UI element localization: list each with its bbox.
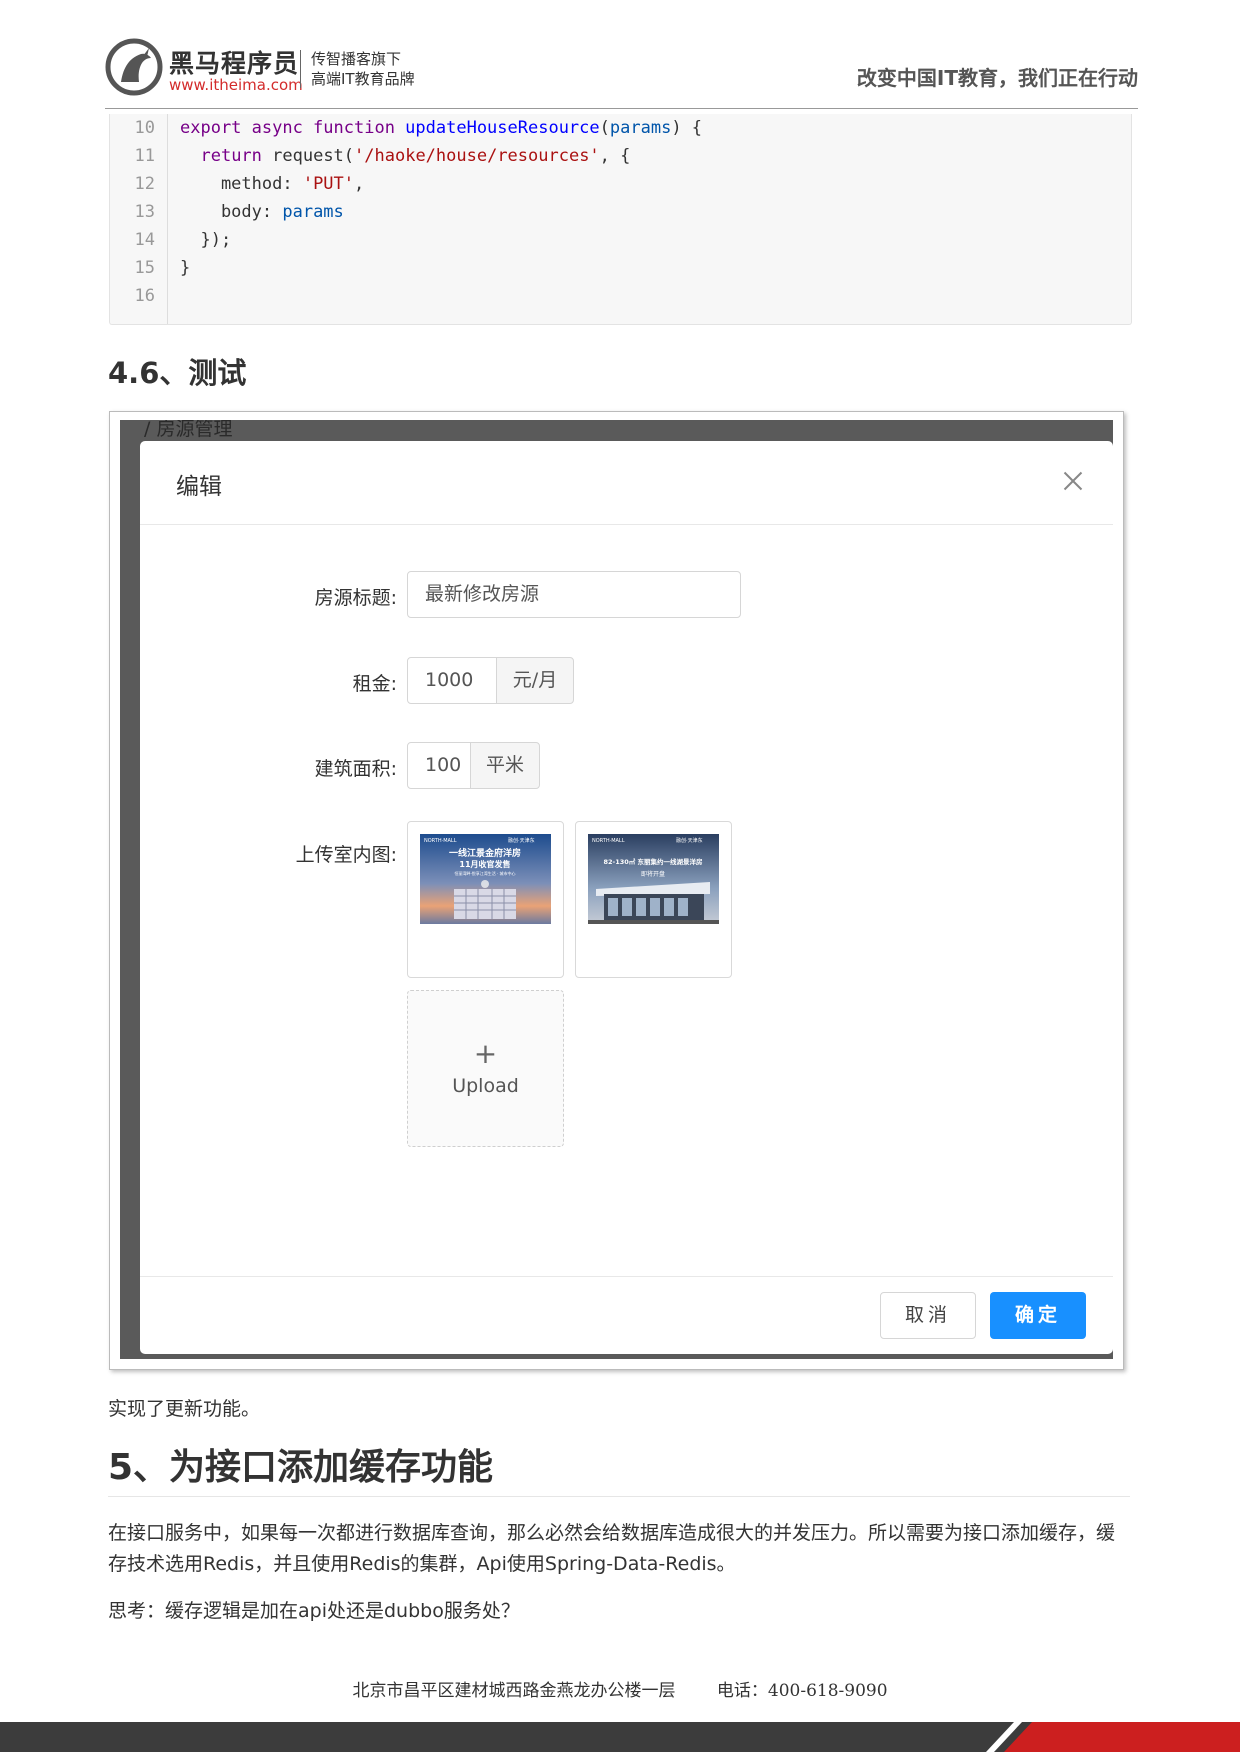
- rent-unit-addon: 元/月: [496, 657, 574, 704]
- code-token: });: [180, 230, 232, 250]
- line-number: 10: [134, 118, 155, 138]
- plus-icon: +: [473, 1037, 498, 1070]
- rent-label: 租金:: [352, 673, 397, 695]
- code-token: (: [599, 118, 610, 138]
- code-line: method: 'PUT',: [180, 170, 364, 198]
- code-token: params: [609, 118, 672, 138]
- modal-overlay: / 房源管理 编辑 房源标题: 最新修改房源 租金: 1000 元/月 建筑面积…: [120, 420, 1113, 1359]
- code-token: body:: [180, 202, 283, 222]
- code-token: params: [282, 202, 344, 222]
- thumb1-headline-2: 11月收官发售: [459, 859, 510, 869]
- thumb1-brand-right: 融创·天津东: [508, 837, 535, 844]
- rent-input[interactable]: 1000: [407, 657, 497, 704]
- line-number: 13: [134, 202, 155, 222]
- line-number-gutter: 10 11 12 13 14 15 16: [110, 114, 168, 324]
- title-input[interactable]: 最新修改房源: [407, 571, 741, 618]
- section-paragraph: 在接口服务中，如果每一次都进行数据库查询，那么必然会给数据库造成很大的并发压力。…: [108, 1522, 1116, 1575]
- area-label: 建筑面积:: [314, 758, 397, 780]
- thumb2-brand-right: 融创·天津东: [676, 837, 703, 844]
- app-screenshot: / 房源管理 编辑 房源标题: 最新修改房源 租金: 1000 元/月 建筑面积…: [109, 411, 1124, 1370]
- code-line: return request('/haoke/house/resources',…: [180, 142, 630, 170]
- modal-footer-divider: [140, 1276, 1113, 1277]
- edit-modal: 编辑 房源标题: 最新修改房源 租金: 1000 元/月 建筑面积: 100 平…: [140, 441, 1113, 1354]
- code-token: , {: [599, 146, 631, 166]
- cancel-button[interactable]: 取消: [880, 1292, 976, 1339]
- thumb1-headline-1: 一线江景金府洋房: [449, 847, 521, 859]
- modal-header-divider: [140, 524, 1113, 525]
- brand-tagline-2: 高端IT教育品牌: [311, 70, 415, 88]
- uploaded-image-1[interactable]: NORTH·MALL 融创·天津东 一线江景金府洋房 11月收官发售 恒丽湾畔·…: [407, 821, 564, 978]
- footer-address: 北京市昌平区建材城西路金燕龙办公楼一层: [352, 1681, 676, 1701]
- uploaded-image-2[interactable]: NORTH·MALL 融创·天津东 82-130㎡ 东丽集约一线湖景洋房 即将开…: [575, 821, 732, 978]
- close-icon[interactable]: [1061, 469, 1085, 493]
- area-unit-addon: 平米: [470, 742, 540, 789]
- thumb2-brand-left: NORTH·MALL: [592, 838, 625, 844]
- code-token: '/haoke/house/resources': [354, 146, 600, 166]
- images-label: 上传室内图:: [295, 844, 397, 866]
- section-heading-4-6: 4.6、测试: [108, 356, 247, 390]
- code-token: return: [200, 146, 262, 166]
- code-token: }: [180, 258, 191, 278]
- background-breadcrumb: / 房源管理: [144, 420, 233, 440]
- page-footer: 北京市昌平区建材城西路金燕龙办公楼一层 电话：400-618-9090: [0, 1676, 1240, 1701]
- title-label: 房源标题:: [314, 587, 397, 609]
- code-token: request(: [261, 146, 355, 166]
- line-number: 15: [134, 258, 155, 278]
- confirm-button[interactable]: 确定: [990, 1292, 1086, 1339]
- code-token: 'PUT': [302, 174, 355, 194]
- horse-logo-icon: [105, 38, 163, 96]
- page-header: 黑马程序员 www.itheima.com 传智播客旗下 高端IT教育品牌 改变…: [105, 36, 1138, 108]
- result-text: 实现了更新功能。: [108, 1398, 261, 1420]
- upload-button[interactable]: + Upload: [407, 990, 564, 1147]
- code-token: updateHouseResource: [405, 118, 600, 138]
- brand-tagline-1: 传智播客旗下: [311, 50, 402, 68]
- thumb1-brand-left: NORTH·MALL: [424, 838, 457, 844]
- area-input[interactable]: 100: [407, 742, 471, 789]
- code-token: method:: [180, 174, 303, 194]
- header-slogan: 改变中国IT教育，我们正在行动: [856, 66, 1138, 90]
- line-number: 11: [134, 146, 155, 166]
- code-token: ,: [354, 174, 365, 194]
- upload-label: Upload: [452, 1075, 519, 1097]
- line-number: 14: [134, 230, 155, 250]
- code-token: export async function: [180, 118, 406, 138]
- brand-name: 黑马程序员: [169, 49, 300, 78]
- building-photo-1: NORTH·MALL 融创·天津东 一线江景金府洋房 11月收官发售 恒丽湾畔·…: [420, 834, 551, 924]
- code-line: }: [180, 254, 190, 282]
- modal-title: 编辑: [176, 474, 222, 500]
- thumb2-headline-2: 即将开盘: [641, 870, 665, 878]
- logo-divider: [300, 50, 301, 88]
- section-question: 思考：缓存逻辑是加在api处还是dubbo服务处？: [108, 1600, 520, 1622]
- building-photo-2: NORTH·MALL 融创·天津东 82-130㎡ 东丽集约一线湖景洋房 即将开…: [588, 834, 719, 924]
- code-line: export async function updateHouseResourc…: [180, 114, 702, 142]
- footer-phone: 电话：400-618-9090: [716, 1681, 888, 1701]
- section-heading-divider: [108, 1496, 1130, 1497]
- line-number: 16: [134, 286, 155, 306]
- code-line: body: params: [180, 198, 344, 226]
- header-divider: [105, 108, 1138, 109]
- section-heading-5: 5、为接口添加缓存功能: [108, 1447, 494, 1488]
- code-block: 10 11 12 13 14 15 16 export async function upd…: [109, 114, 1132, 325]
- code-token: ) {: [671, 118, 703, 138]
- line-number: 12: [134, 174, 155, 194]
- thumb2-headline-1: 82-130㎡ 东丽集约一线湖景洋房: [603, 857, 703, 866]
- code-line: });: [180, 226, 231, 254]
- footer-red-accent: [1004, 1722, 1240, 1752]
- brand-url: www.itheima.com: [169, 76, 303, 94]
- thumb1-subline: 恒丽湾畔·悦享江湾生活 · 城市中心: [454, 870, 515, 876]
